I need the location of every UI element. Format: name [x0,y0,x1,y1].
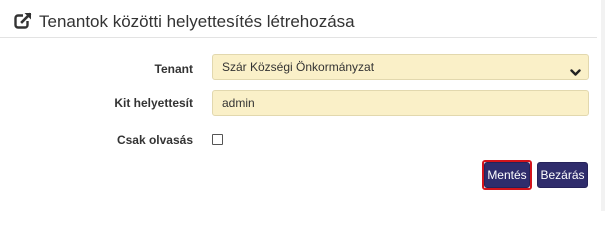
tenant-label: Tenant [154,62,193,76]
dialog: Tenantok közötti helyettesítés létrehozá… [0,0,605,211]
close-button[interactable]: Bezárás [537,162,588,188]
substitute-label: Kit helyettesít [114,96,193,110]
substitute-value: admin [222,96,255,110]
window-edge [601,0,605,211]
read-only-label: Csak olvasás [116,133,193,147]
external-link-icon [14,12,32,30]
read-only-checkbox[interactable] [212,134,223,145]
dialog-header: Tenantok közötti helyettesítés létrehozá… [0,0,597,38]
chevron-down-icon [570,62,581,76]
tenant-select[interactable]: Szár Községi Önkormányzat [212,54,589,80]
save-button[interactable]: Mentés [484,162,530,188]
substitute-input[interactable]: admin [212,90,589,116]
dialog-title: Tenantok közötti helyettesítés létrehozá… [39,12,355,31]
tenant-selected-value: Szár Községi Önkormányzat [222,60,375,74]
